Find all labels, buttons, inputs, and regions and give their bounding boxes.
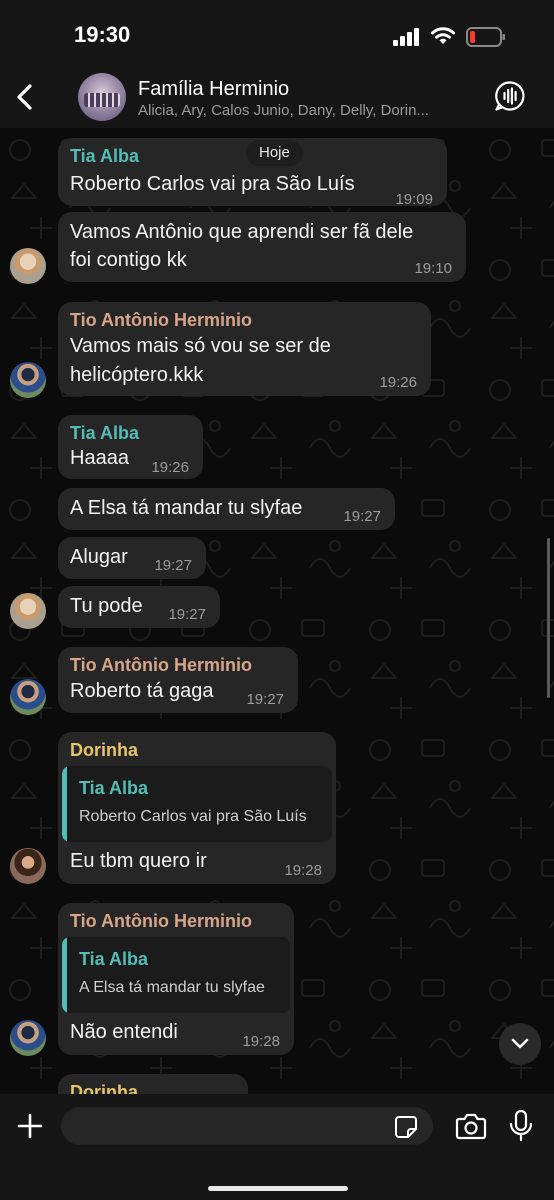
quote-sender: Tia Alba [79, 949, 149, 969]
sticker-icon[interactable] [394, 1115, 418, 1139]
message-text: A Elsa tá mandar tu slyfae [70, 497, 303, 519]
message-bubble[interactable]: A Elsa tá mandar tu slyfae 19:27 [58, 488, 395, 530]
message-bubble[interactable]: Tio Antônio Herminio Vamos mais só vou s… [58, 302, 431, 396]
wifi-icon [431, 27, 455, 44]
sender-avatar[interactable] [10, 593, 46, 629]
message-list[interactable]: Hoje Tia Alba Roberto Carlos vai pra São… [0, 128, 554, 1094]
quoted-message[interactable]: Tia Alba Roberto Carlos vai pra São Luís [62, 766, 332, 842]
message-text: Vamos Antônio que aprendi ser fã dele [70, 221, 414, 243]
message-text: Roberto Carlos vai pra São Luís [70, 173, 355, 195]
message-time: 19:27 [246, 691, 284, 708]
message-bubble[interactable]: Vamos Antônio que aprendi ser fã dele fo… [58, 212, 466, 282]
plus-icon[interactable] [16, 1112, 44, 1140]
sender-name[interactable]: Tio Antônio Herminio [70, 310, 252, 331]
message-text: Alugar [70, 546, 128, 568]
sender-name[interactable]: Dorinha [70, 740, 138, 761]
message-time: 19:10 [414, 260, 452, 277]
status-bar: 19:30 [0, 0, 554, 68]
sender-name[interactable]: Tio Antônio Herminio [70, 655, 252, 676]
message-bubble[interactable]: Dorinha Tia Alba Roberto Carlos vai pra … [58, 732, 336, 884]
message-time: 19:28 [284, 862, 322, 879]
quote-accent-bar [62, 766, 67, 842]
input-bar [0, 1094, 554, 1200]
message-time: 19:27 [343, 508, 381, 525]
message-text: helicóptero.kkk [70, 364, 204, 386]
sender-name[interactable]: Tia Alba [70, 423, 139, 444]
sender-avatar[interactable] [10, 848, 46, 884]
message-time: 19:27 [168, 606, 206, 623]
message-time: 19:26 [151, 459, 189, 476]
sender-name[interactable]: Dorinha [70, 1082, 138, 1094]
message-bubble[interactable]: Tu pode 19:27 [58, 586, 220, 628]
quote-text: Roberto Carlos vai pra São Luís [79, 808, 307, 825]
message-text: Não entendi [70, 1021, 178, 1043]
sender-avatar[interactable] [10, 248, 46, 284]
battery-low-icon [466, 27, 505, 47]
message-text: Roberto tá gaga [70, 680, 214, 702]
status-time: 19:30 [74, 22, 131, 47]
message-time: 19:27 [154, 557, 192, 574]
quote-accent-bar [62, 937, 67, 1013]
camera-icon[interactable] [455, 1112, 487, 1140]
chevron-down-icon [511, 1038, 529, 1049]
back-chevron-icon[interactable] [10, 80, 42, 114]
scroll-to-bottom-button[interactable] [499, 1023, 541, 1065]
message-bubble[interactable]: Tio Antônio Herminio Roberto tá gaga 19:… [58, 647, 298, 713]
quoted-message[interactable]: Tia Alba A Elsa tá mandar tu slyfae [62, 937, 290, 1013]
message-time: 19:09 [395, 191, 433, 208]
message-bubble[interactable]: Tio Antônio Herminio Tia Alba A Elsa tá … [58, 903, 294, 1055]
scroll-indicator[interactable] [547, 538, 550, 698]
sender-avatar[interactable] [10, 679, 46, 715]
sender-name[interactable]: Tia Alba [70, 146, 139, 167]
message-text: Vamos mais só vou se ser de [70, 335, 331, 357]
group-avatar[interactable] [78, 73, 126, 121]
sender-avatar[interactable] [10, 1020, 46, 1056]
date-chip: Hoje [246, 140, 303, 166]
message-time: 19:28 [242, 1033, 280, 1050]
microphone-icon[interactable] [508, 1109, 534, 1143]
message-input[interactable] [61, 1107, 433, 1145]
message-time: 19:26 [379, 374, 417, 391]
message-bubble[interactable]: Dorinha [58, 1074, 248, 1094]
message-bubble[interactable]: Alugar 19:27 [58, 537, 206, 579]
message-text: Eu tbm quero ir [70, 850, 207, 872]
audio-call-icon[interactable] [494, 80, 526, 112]
group-name[interactable]: Família Herminio [138, 78, 289, 101]
home-indicator[interactable] [208, 1186, 348, 1191]
group-members[interactable]: Alicia, Ary, Calos Junio, Dany, Delly, D… [138, 102, 458, 119]
message-text: Tu pode [70, 595, 143, 617]
quote-text: A Elsa tá mandar tu slyfae [79, 979, 265, 996]
message-text: foi contigo kk [70, 249, 187, 271]
quote-sender: Tia Alba [79, 778, 149, 798]
sender-name[interactable]: Tio Antônio Herminio [70, 911, 252, 932]
message-bubble[interactable]: Tia Alba Haaaa 19:26 [58, 415, 203, 479]
cellular-signal-icon [393, 28, 419, 46]
chat-header: Família Herminio Alicia, Ary, Calos Juni… [0, 68, 554, 128]
sender-avatar[interactable] [10, 362, 46, 398]
message-text: Haaaa [70, 447, 129, 469]
